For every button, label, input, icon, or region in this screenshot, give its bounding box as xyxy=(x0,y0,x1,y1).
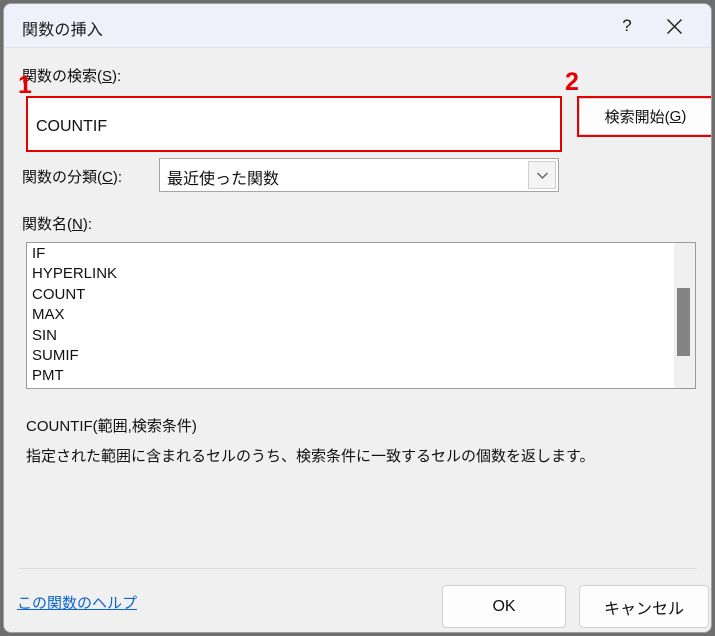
chevron-down-icon[interactable] xyxy=(528,161,556,189)
function-name-label: 関数名(N): xyxy=(22,213,92,234)
funcname-label-prefix: 関数名( xyxy=(22,216,72,233)
list-item[interactable]: COUNT xyxy=(32,285,673,305)
cancel-button[interactable]: キャンセル xyxy=(579,585,709,628)
function-listbox[interactable]: IF HYPERLINK COUNT MAX SIN SUMIF PMT xyxy=(26,242,696,389)
category-label: 関数の分類(C): xyxy=(22,166,122,187)
search-input[interactable] xyxy=(28,98,560,150)
close-icon[interactable] xyxy=(655,10,693,42)
function-syntax: COUNTIF(範囲,検索条件) xyxy=(26,418,197,435)
dialog-titlebar: 関数の挿入 ? xyxy=(4,4,711,48)
category-selected-value: 最近使った関数 xyxy=(167,171,280,188)
insert-function-dialog: 関数の挿入 ? 関数の検索(S): 1 2 検索開始(G) 関数の分類(C): … xyxy=(3,3,712,633)
help-icon[interactable]: ? xyxy=(608,10,646,42)
list-item[interactable]: PMT xyxy=(32,366,673,386)
function-list-scrollbar[interactable] xyxy=(674,243,695,388)
search-input-highlight xyxy=(26,96,562,152)
list-item[interactable]: SUMIF xyxy=(32,346,673,366)
search-button-prefix: 検索開始( xyxy=(604,109,670,126)
category-label-prefix: 関数の分類( xyxy=(22,169,102,186)
search-label-prefix: 関数の検索( xyxy=(22,68,102,85)
annotation-marker-1: 1 xyxy=(18,71,32,99)
search-function-label: 関数の検索(S): xyxy=(22,65,121,86)
ok-button[interactable]: OK xyxy=(442,585,566,628)
dialog-title: 関数の挿入 xyxy=(22,22,104,39)
search-button-accel: G xyxy=(669,108,682,125)
search-label-accel: S xyxy=(102,68,113,85)
function-list-items: IF HYPERLINK COUNT MAX SIN SUMIF PMT xyxy=(27,243,673,388)
category-label-accel: C xyxy=(102,169,113,186)
search-label-suffix: ): xyxy=(112,68,122,85)
search-button-suffix: ) xyxy=(681,108,687,125)
list-item[interactable]: HYPERLINK xyxy=(32,264,673,284)
search-start-button-highlight: 検索開始(G) xyxy=(577,96,711,137)
list-item[interactable]: MAX xyxy=(32,305,673,325)
function-description: 指定された範囲に含まれるセルのうち、検索条件に一致するセルの個数を返します。 xyxy=(26,448,595,465)
search-start-button[interactable]: 検索開始(G) xyxy=(579,98,711,135)
function-help-link[interactable]: この関数のヘルプ xyxy=(17,592,137,613)
scrollbar-thumb[interactable] xyxy=(677,288,690,356)
category-label-suffix: ): xyxy=(112,169,123,186)
category-select[interactable]: 最近使った関数 xyxy=(159,158,559,192)
list-item[interactable]: IF xyxy=(32,244,673,264)
annotation-marker-2: 2 xyxy=(565,68,579,96)
footer-divider xyxy=(18,568,697,569)
funcname-label-accel: N xyxy=(72,216,83,233)
list-item[interactable]: SIN xyxy=(32,326,673,346)
funcname-label-suffix: ): xyxy=(82,216,93,233)
